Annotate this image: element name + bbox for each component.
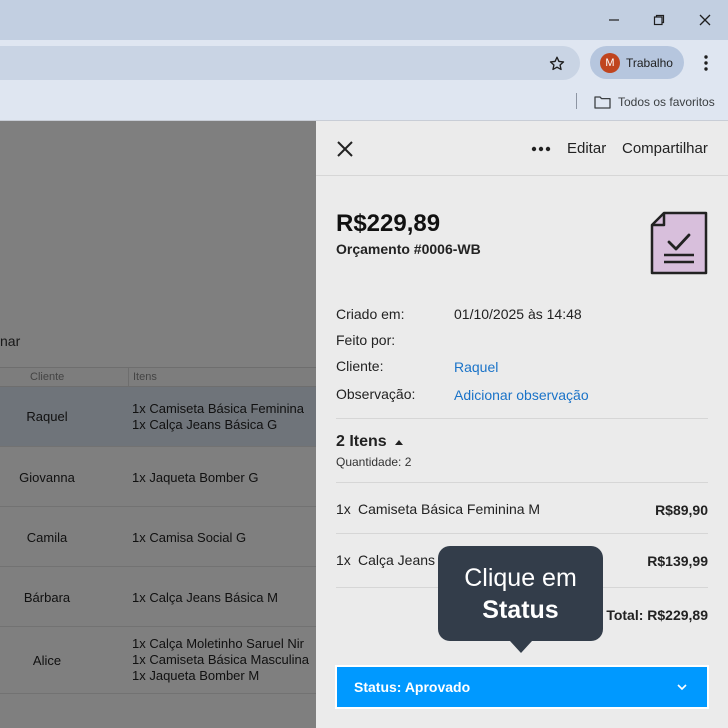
chevron-down-icon [677, 684, 687, 691]
minimize-icon[interactable] [602, 8, 626, 32]
profile-button[interactable]: M Trabalho [590, 46, 684, 79]
bookmarks-divider [576, 93, 577, 109]
created-value: 01/10/2025 às 14:48 [454, 306, 582, 322]
edit-button[interactable]: Editar [567, 140, 606, 157]
restore-icon[interactable] [647, 8, 671, 32]
approved-document-icon [650, 211, 708, 275]
share-button[interactable]: Compartilhar [622, 140, 708, 157]
divider [336, 482, 708, 483]
window-titlebar [0, 0, 728, 40]
folder-icon [594, 96, 611, 109]
status-dropdown[interactable]: Status: Aprovado [335, 665, 709, 709]
quote-total: Total: R$229,89 [606, 607, 708, 623]
items-toggle[interactable]: 2 Itens [336, 433, 403, 451]
line-item-name: Camiseta Básica Feminina M [358, 501, 541, 517]
status-label: Status: Aprovado [354, 679, 471, 695]
made-by-label: Feito por: [336, 332, 396, 348]
bookmarks-bar: Todos os favoritos [0, 85, 728, 121]
divider [336, 418, 708, 419]
close-icon[interactable] [334, 138, 356, 160]
modal-backdrop[interactable] [0, 121, 316, 728]
quote-amount: R$229,89 [336, 210, 441, 237]
onboarding-tooltip: Clique em Status [438, 546, 603, 653]
client-link[interactable]: Raquel [454, 359, 498, 375]
line-item-price: R$139,99 [647, 553, 708, 569]
address-bar[interactable] [0, 46, 580, 80]
add-note-link[interactable]: Adicionar observação [454, 387, 589, 403]
all-bookmarks-label: Todos os favoritos [618, 95, 715, 109]
window-close-icon[interactable] [693, 8, 717, 32]
client-label: Cliente: [336, 358, 384, 374]
browser-menu-icon[interactable] [697, 51, 715, 75]
line-item-price: R$89,90 [655, 502, 708, 518]
note-label: Observação: [336, 386, 416, 402]
caret-up-icon [394, 439, 403, 445]
panel-header: Editar Compartilhar [316, 121, 728, 176]
quote-number: Orçamento #0006-WB [336, 241, 481, 257]
items-quantity: Quantidade: 2 [336, 455, 412, 469]
bookmark-star-icon[interactable] [546, 53, 568, 75]
profile-name: Trabalho [626, 55, 673, 70]
line-item-qty: 1x [336, 552, 351, 568]
avatar: M [600, 52, 620, 73]
divider [336, 533, 708, 534]
line-item-qty: 1x [336, 501, 351, 517]
line-item-name: Calça Jeans [358, 552, 436, 568]
more-options-icon[interactable] [529, 139, 553, 159]
tooltip-line-1: Clique em [464, 564, 577, 592]
tooltip-line-2: Status [482, 596, 559, 624]
items-heading: 2 Itens [336, 433, 387, 450]
all-bookmarks-button[interactable]: Todos os favoritos [594, 91, 715, 113]
created-label: Criado em: [336, 306, 405, 322]
